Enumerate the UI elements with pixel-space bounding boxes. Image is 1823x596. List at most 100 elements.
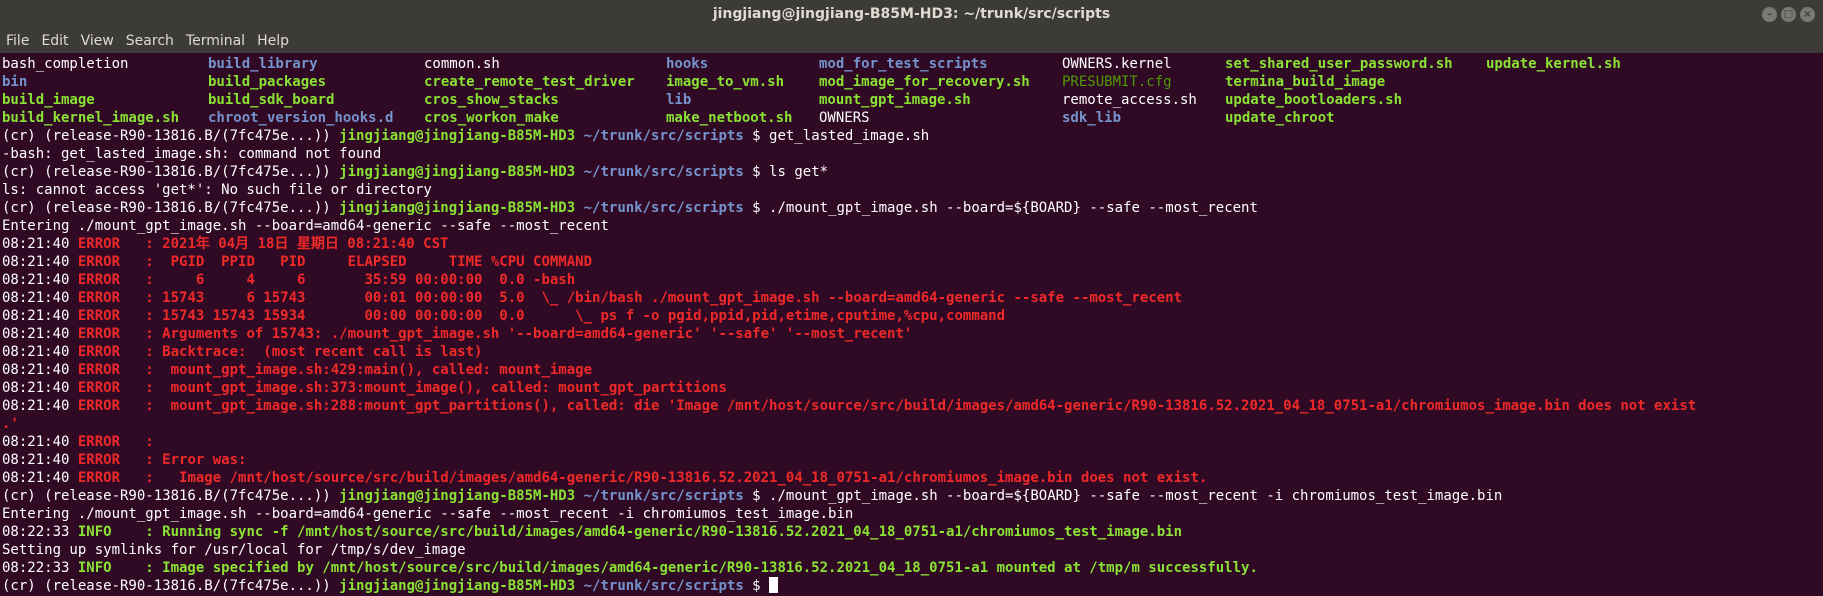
menu-bar: File Edit View Search Terminal Help	[0, 29, 1823, 53]
log-message: : mount_gpt_image.sh:373:mount_image(), …	[120, 380, 727, 396]
file-list-entry: bin	[2, 74, 28, 90]
output-text: Entering ./mount_gpt_image.sh --board=am…	[2, 506, 854, 522]
log-level: ERROR	[77, 308, 121, 324]
log-time: 08:21:40	[2, 308, 78, 324]
log-level: ERROR	[77, 380, 121, 396]
file-list-entry: PRESUBMIT.cfg	[1062, 74, 1172, 90]
terminal-cursor	[769, 577, 779, 593]
file-list-entry: build_packages	[208, 74, 327, 90]
output-text: Setting up symlinks for /usr/local for /…	[2, 542, 466, 558]
terminal-line: ls: cannot access 'get*': No such file o…	[2, 181, 432, 199]
prompt-symbol: $	[743, 488, 770, 504]
log-message: : Arguments of 15743: ./mount_gpt_image.…	[120, 326, 913, 342]
terminal-line: (cr) (release-R90-13816.B/(7fc475e...)) …	[2, 163, 828, 181]
prompt-path: ~/trunk/src/scripts	[575, 578, 744, 594]
log-level: ERROR	[77, 272, 121, 288]
menu-help[interactable]: Help	[251, 29, 295, 53]
file-list-entry: bash_completion	[2, 56, 129, 72]
file-list-entry: OWNERS.kernel	[1062, 56, 1172, 72]
terminal-line: 08:21:40 ERROR : Arguments of 15743: ./m…	[2, 325, 912, 343]
terminal-output[interactable]: bash_completion build_library common.sh hoo…	[0, 55, 1823, 596]
prompt-symbol: $	[743, 164, 770, 180]
log-level: INFO	[77, 560, 112, 576]
log-time: 08:21:40	[2, 236, 78, 252]
menu-file[interactable]: File	[0, 29, 35, 53]
log-message: : 15743 15743 15934 00:00 00:00:00 0.0 \…	[120, 308, 1006, 324]
minimize-button[interactable]: –	[1762, 7, 1777, 22]
menu-edit[interactable]: Edit	[35, 29, 74, 53]
prompt-symbol: $	[743, 578, 770, 594]
log-message: : 2021年 04月 18日 星期日 08:21:40 CST	[120, 236, 449, 252]
prompt-path: ~/trunk/src/scripts	[575, 164, 744, 180]
prompt-prefix: (cr) (release-R90-13816.B/(7fc475e...))	[2, 128, 340, 144]
prompt-user: jingjiang@jingjiang-B85M-HD3	[339, 578, 576, 594]
prompt-user: jingjiang@jingjiang-B85M-HD3	[339, 128, 576, 144]
file-list-entry: image_to_vm.sh	[666, 74, 785, 90]
prompt-user: jingjiang@jingjiang-B85M-HD3	[339, 200, 576, 216]
menu-search[interactable]: Search	[120, 29, 180, 53]
file-list-entry: update_kernel.sh	[1486, 56, 1621, 72]
file-list-entry: make_netboot.sh	[666, 110, 793, 126]
terminal-line: 08:21:40 ERROR : 2021年 04月 18日 星期日 08:21…	[2, 235, 448, 253]
file-list-entry: cros_workon_make	[424, 110, 559, 126]
close-button[interactable]: ×	[1800, 7, 1815, 22]
wrapped-text: .'	[2, 416, 19, 432]
log-message: : mount_gpt_image.sh:429:main(), called:…	[120, 362, 593, 378]
log-level: ERROR	[77, 398, 121, 414]
log-time: 08:21:40	[2, 398, 78, 414]
log-time: 08:21:40	[2, 344, 78, 360]
log-level: ERROR	[77, 452, 121, 468]
log-time: 08:21:40	[2, 380, 78, 396]
log-time: 08:22:33	[2, 560, 78, 576]
log-message: :	[120, 434, 154, 450]
window-controls: – □ ×	[1762, 7, 1815, 22]
log-message: : Backtrace: (most recent call is last)	[120, 344, 483, 360]
file-list-entry: mod_for_test_scripts	[819, 56, 988, 72]
file-list-entry: cros_show_stacks	[424, 92, 559, 108]
terminal-line: 08:21:40 ERROR :	[2, 433, 154, 451]
file-list-entry: OWNERS	[819, 110, 870, 126]
terminal-line: -bash: get_lasted_image.sh: command not …	[2, 145, 381, 163]
log-message: : Image /mnt/host/source/src/build/image…	[120, 470, 1208, 486]
terminal-line: (cr) (release-R90-13816.B/(7fc475e...)) …	[2, 577, 779, 595]
log-time: 08:21:40	[2, 434, 78, 450]
prompt-prefix: (cr) (release-R90-13816.B/(7fc475e...))	[2, 578, 340, 594]
log-message: : mount_gpt_image.sh:288:mount_gpt_parti…	[120, 398, 1697, 414]
prompt-user: jingjiang@jingjiang-B85M-HD3	[339, 164, 576, 180]
terminal-line: 08:21:40 ERROR : 15743 15743 15934 00:00…	[2, 307, 1005, 325]
log-level: ERROR	[77, 254, 121, 270]
file-list-entry: common.sh	[424, 56, 500, 72]
terminal-line: Setting up symlinks for /usr/local for /…	[2, 541, 466, 559]
terminal-line: 08:21:40 ERROR : mount_gpt_image.sh:288:…	[2, 397, 1696, 415]
file-list-entry: build_sdk_board	[208, 92, 335, 108]
menu-view[interactable]: View	[75, 29, 120, 53]
file-list-entry: build_image	[2, 92, 95, 108]
file-list-entry: update_bootloaders.sh	[1225, 92, 1403, 108]
terminal-line: 08:21:40 ERROR : mount_gpt_image.sh:429:…	[2, 361, 592, 379]
output-text: ls: cannot access 'get*': No such file o…	[2, 182, 432, 198]
terminal-line: 08:21:40 ERROR : 15743 6 15743 00:01 00:…	[2, 289, 1182, 307]
log-time: 08:21:40	[2, 326, 78, 342]
command-text: ./mount_gpt_image.sh --board=${BOARD} --…	[769, 200, 1258, 216]
prompt-prefix: (cr) (release-R90-13816.B/(7fc475e...))	[2, 488, 340, 504]
terminal-line: 08:22:33 INFO : Image specified by /mnt/…	[2, 559, 1258, 577]
file-list-entry: build_library	[208, 56, 318, 72]
log-level: ERROR	[77, 326, 121, 342]
file-list-entry: update_chroot	[1225, 110, 1335, 126]
prompt-prefix: (cr) (release-R90-13816.B/(7fc475e...))	[2, 200, 340, 216]
command-text: get_lasted_image.sh	[769, 128, 930, 144]
window-titlebar[interactable]: jingjiang@jingjiang-B85M-HD3: ~/trunk/sr…	[0, 0, 1823, 29]
terminal-line: 08:21:40 ERROR : PGID PPID PID ELAPSED T…	[2, 253, 592, 271]
log-message: : Error was:	[120, 452, 247, 468]
output-text: -bash: get_lasted_image.sh: command not …	[2, 146, 382, 162]
file-list-entry: remote_access.sh	[1062, 92, 1197, 108]
command-text: ./mount_gpt_image.sh --board=${BOARD} --…	[769, 488, 1503, 504]
log-level: ERROR	[77, 362, 121, 378]
menu-terminal[interactable]: Terminal	[180, 29, 251, 53]
log-time: 08:21:40	[2, 290, 78, 306]
command-text: ls get*	[769, 164, 829, 180]
prompt-symbol: $	[743, 128, 770, 144]
terminal-line: 08:21:40 ERROR : 6 4 6 35:59 00:00:00 0.…	[2, 271, 575, 289]
maximize-button[interactable]: □	[1781, 7, 1796, 22]
log-level: ERROR	[77, 344, 121, 360]
